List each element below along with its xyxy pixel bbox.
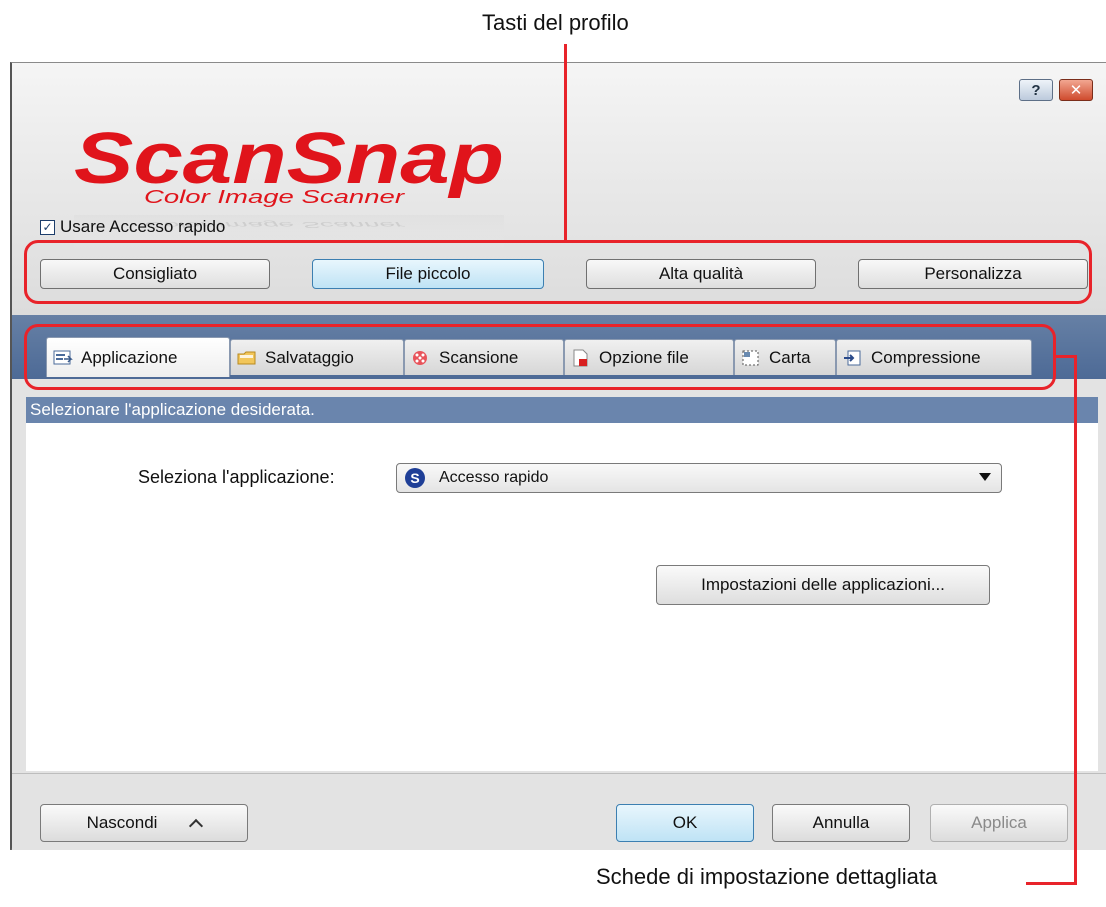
quick-menu-checkbox[interactable]: ✓ bbox=[40, 219, 55, 235]
profile-buttons-highlight bbox=[24, 240, 1092, 304]
application-select-value: Accesso rapido bbox=[439, 469, 549, 486]
tabs-highlight bbox=[24, 324, 1056, 390]
scansnap-settings-window: ? ✕ ScanSnap Color Image Scanner Color I… bbox=[10, 62, 1106, 850]
hide-button[interactable]: Nascondi bbox=[40, 804, 248, 842]
chevron-up-icon bbox=[189, 818, 204, 834]
svg-text:Color Image Scanner: Color Image Scanner bbox=[144, 187, 406, 207]
cancel-button[interactable]: Annulla bbox=[772, 804, 910, 842]
annotation-profile-buttons: Tasti del profilo bbox=[482, 10, 629, 35]
application-select[interactable]: S Accesso rapido bbox=[396, 463, 1002, 493]
help-button[interactable]: ? bbox=[1019, 79, 1053, 101]
quick-menu-checkbox-row[interactable]: ✓ Usare Accesso rapido bbox=[40, 217, 225, 237]
profile-callout-line bbox=[564, 44, 567, 242]
dropdown-arrow-icon bbox=[979, 473, 991, 481]
quick-menu-label: Usare Accesso rapido bbox=[60, 217, 226, 236]
ok-button[interactable]: OK bbox=[616, 804, 754, 842]
application-settings-button[interactable]: Impostazioni delle applicazioni... bbox=[656, 565, 990, 605]
apply-button[interactable]: Applica bbox=[930, 804, 1068, 842]
status-bar: Selezionare l'applicazione desiderata. bbox=[26, 397, 1098, 423]
footer-bar: Nascondi OK Annulla Applica bbox=[12, 773, 1106, 850]
hide-button-label: Nascondi bbox=[86, 813, 158, 832]
annotation-detail-tabs: Schede di impostazione dettagliata bbox=[596, 864, 938, 889]
application-tab-content: Seleziona l'applicazione: S Accesso rapi… bbox=[26, 423, 1098, 771]
tabs-callout-line-v bbox=[1074, 355, 1077, 885]
tabs-callout-line-bottom bbox=[1026, 882, 1077, 885]
close-button[interactable]: ✕ bbox=[1059, 79, 1093, 101]
scansnap-app-icon: S bbox=[405, 468, 425, 488]
select-application-label: Seleziona l'applicazione: bbox=[138, 467, 335, 487]
tabs-callout-line-h bbox=[1056, 355, 1076, 358]
